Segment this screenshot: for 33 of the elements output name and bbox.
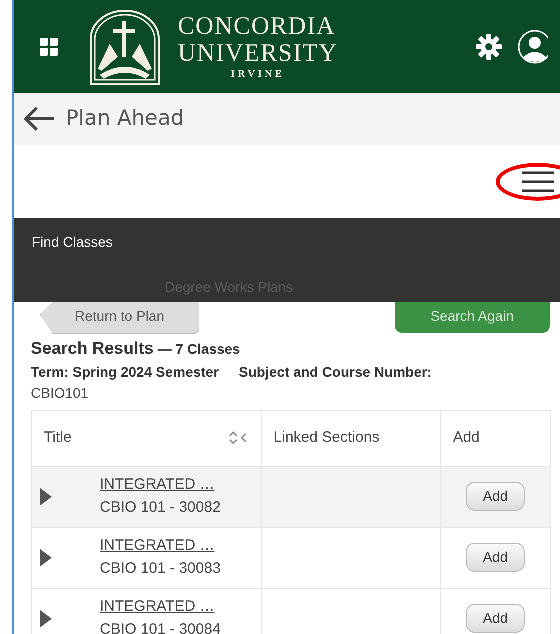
course-title-link[interactable]: INTEGRATED … bbox=[100, 476, 215, 493]
add-button[interactable]: Add bbox=[466, 543, 526, 572]
page-title: Plan Ahead bbox=[66, 105, 184, 132]
highlight-ellipse bbox=[496, 163, 560, 201]
back-arrow-icon[interactable] bbox=[22, 105, 56, 133]
term-label: Term: Spring 2024 Semester bbox=[31, 362, 220, 382]
arch-cross-logo-icon bbox=[88, 8, 162, 84]
menu-icon[interactable] bbox=[522, 170, 554, 192]
apps-grid-icon[interactable] bbox=[40, 38, 58, 56]
course-section-code: CBIO 101 - 30084 bbox=[100, 620, 221, 634]
results-heading: Search Results bbox=[31, 338, 154, 360]
expand-triangle-icon[interactable] bbox=[40, 488, 52, 506]
sort-icon[interactable] bbox=[228, 431, 249, 445]
course-title-link[interactable]: INTEGRATED … bbox=[100, 598, 215, 615]
logo-wordmark: CONCORDIA bbox=[178, 14, 337, 38]
course-section-code: CBIO 101 - 30083 bbox=[100, 558, 221, 578]
column-header: Add bbox=[453, 428, 480, 446]
add-button[interactable]: Add bbox=[466, 482, 526, 511]
column-header: Linked Sections bbox=[274, 428, 380, 446]
return-button[interactable]: Return to Plan bbox=[40, 302, 200, 334]
course-title-link[interactable]: INTEGRATED … bbox=[100, 537, 215, 554]
results-count: — 7 Classes bbox=[158, 340, 240, 359]
menu-item[interactable]: Find Classes bbox=[32, 232, 113, 253]
user-avatar-icon[interactable] bbox=[518, 30, 548, 64]
subject-label: Subject and Course Number: bbox=[239, 362, 432, 382]
add-button[interactable]: Add bbox=[466, 604, 526, 633]
column-header: Title bbox=[44, 428, 72, 448]
course-section-code: CBIO 101 - 30082 bbox=[100, 498, 221, 518]
logo-subtitle: IRVINE bbox=[230, 70, 286, 80]
logo-wordmark: UNIVERSITY bbox=[178, 40, 338, 66]
expand-triangle-icon[interactable] bbox=[40, 548, 52, 566]
expand-triangle-icon[interactable] bbox=[40, 610, 52, 628]
subject-value: CBIO101 bbox=[31, 384, 90, 402]
